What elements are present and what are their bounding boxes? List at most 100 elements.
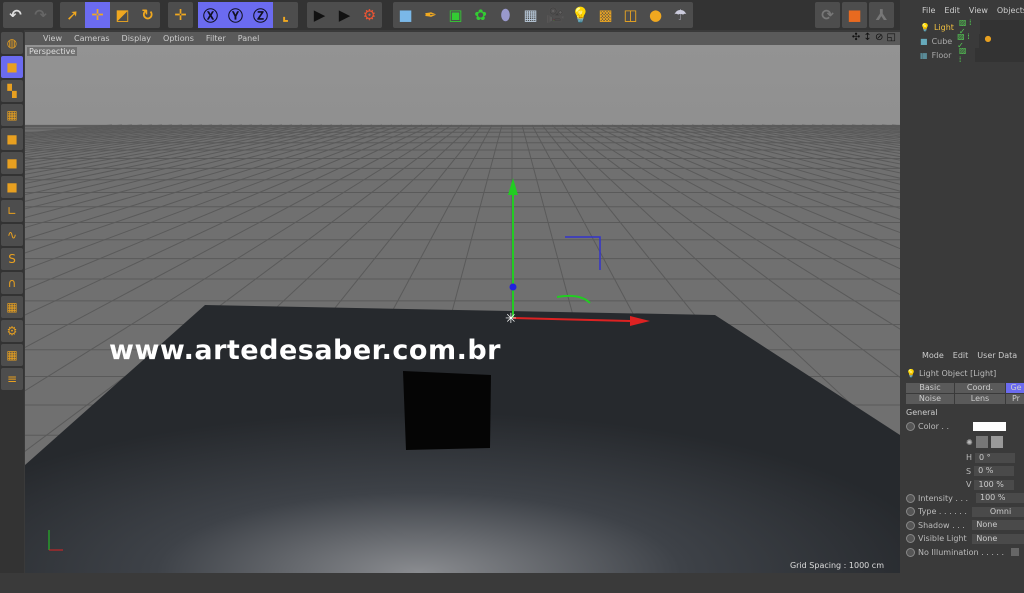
- render-icon[interactable]: ⟳: [815, 2, 840, 28]
- toolbar-group: ▶▶⚙: [307, 2, 382, 28]
- animate-radio[interactable]: [906, 534, 915, 543]
- menu-edit[interactable]: Edit: [953, 351, 969, 360]
- animate-radio[interactable]: [906, 521, 915, 530]
- color-wheel-icon[interactable]: ✺: [966, 438, 973, 447]
- layers-icon[interactable]: ≡: [1, 368, 23, 390]
- menu-objects[interactable]: Objects: [997, 6, 1024, 15]
- xyz-icon[interactable]: ●: [643, 2, 668, 28]
- snap-icon[interactable]: S: [1, 248, 23, 270]
- rotate-icon[interactable]: ↻: [135, 2, 160, 28]
- magnet-icon[interactable]: ∩: [1, 272, 23, 294]
- texture-mode-icon[interactable]: ▚: [1, 80, 23, 102]
- deformer-icon[interactable]: ⬮: [493, 2, 518, 28]
- points-icon[interactable]: ■: [1, 128, 23, 150]
- render-picture-viewer-icon[interactable]: ▶: [332, 2, 357, 28]
- live-selection-icon[interactable]: ➚: [60, 2, 85, 28]
- v-field[interactable]: 100 %: [974, 480, 1014, 490]
- s-field[interactable]: 0 %: [974, 466, 1014, 476]
- scene-canvas: ✳: [25, 45, 900, 573]
- menu-filter[interactable]: Filter: [206, 34, 226, 43]
- y-axis-icon[interactable]: Ⓨ: [223, 2, 248, 28]
- light-icon[interactable]: 💡: [568, 2, 593, 28]
- visible-light-dropdown[interactable]: None: [972, 534, 1024, 544]
- viewport-nav-icons[interactable]: ✣ ↕ ⊘ ◱: [852, 32, 896, 43]
- object-name[interactable]: Light: [934, 23, 955, 32]
- object-name[interactable]: Floor: [932, 51, 955, 60]
- grid-spacing: Grid Spacing : 1000 cm: [790, 561, 884, 570]
- scale-icon[interactable]: ◩: [110, 2, 135, 28]
- shadow-dropdown[interactable]: None: [972, 520, 1024, 530]
- undo-icon[interactable]: ↶: [3, 2, 28, 28]
- tab-basic[interactable]: Basic: [906, 383, 954, 393]
- menu-edit[interactable]: Edit: [944, 6, 960, 15]
- tab-coord[interactable]: Coord.: [955, 383, 1005, 393]
- z-axis-icon[interactable]: Ⓩ: [248, 2, 273, 28]
- type-dropdown[interactable]: Omni: [972, 507, 1024, 517]
- pen-icon[interactable]: ✒: [418, 2, 443, 28]
- tab-project[interactable]: Pr: [1006, 394, 1024, 404]
- spectrum-icon[interactable]: [976, 436, 988, 448]
- menu-user-data[interactable]: User Data: [977, 351, 1017, 360]
- tab-noise[interactable]: Noise: [906, 394, 954, 404]
- x-axis-icon[interactable]: Ⓧ: [198, 2, 223, 28]
- tweak-icon[interactable]: ∿: [1, 224, 23, 246]
- cube-drop-icon[interactable]: ■: [842, 2, 867, 28]
- object-flags[interactable]: ▨ ⁞: [959, 46, 971, 64]
- menu-file[interactable]: File: [922, 6, 935, 15]
- menu-options[interactable]: Options: [163, 34, 194, 43]
- object-name[interactable]: Cube: [932, 37, 954, 46]
- camera-icon[interactable]: 🎥: [543, 2, 568, 28]
- sketch-icon[interactable]: ◫: [618, 2, 643, 28]
- model-mode-icon[interactable]: ■: [1, 56, 23, 78]
- subdivision-icon[interactable]: ▣: [443, 2, 468, 28]
- h-field[interactable]: 0 °: [975, 453, 1015, 463]
- redo-icon[interactable]: ↷: [28, 2, 53, 28]
- intensity-field[interactable]: 100 %: [976, 493, 1024, 503]
- animate-radio[interactable]: [906, 507, 915, 516]
- ik-icon[interactable]: ⅄: [869, 2, 894, 28]
- object-icon: 💡: [920, 23, 930, 32]
- menu-view[interactable]: View: [43, 34, 62, 43]
- sphere-icon[interactable]: ◍: [1, 32, 23, 54]
- cube-object: [403, 371, 491, 450]
- color-swatch[interactable]: [973, 422, 1006, 431]
- workplane-icon[interactable]: ▦: [1, 104, 23, 126]
- cube-icon[interactable]: ■: [393, 2, 418, 28]
- h-label: H: [966, 453, 972, 462]
- grid-icon[interactable]: ▦: [1, 344, 23, 366]
- coordinate-system-icon[interactable]: ⌞: [273, 2, 298, 28]
- edges-icon[interactable]: ■: [1, 152, 23, 174]
- shadow-label: Shadow . . .: [918, 521, 969, 530]
- polygons-icon[interactable]: ■: [1, 176, 23, 198]
- toolbar-group: ■✒▣✿⬮▦🎥💡▩◫●☂: [393, 2, 693, 28]
- tab-lens[interactable]: Lens: [955, 394, 1005, 404]
- solo-icon[interactable]: ▦: [1, 296, 23, 318]
- menu-view[interactable]: View: [969, 6, 988, 15]
- object-row[interactable]: ▦Floor▨ ⁞: [902, 48, 1024, 62]
- menu-panel[interactable]: Panel: [238, 34, 260, 43]
- viewport[interactable]: ✳ Perspective www.artedesaber.com.br Gri…: [25, 45, 900, 573]
- main-toolbar: ↶↷➚✛◩↻✛ⓍⓎⓏ⌞▶▶⚙■✒▣✿⬮▦🎥💡▩◫●☂⟳■⅄: [0, 0, 900, 30]
- image-icon[interactable]: [991, 436, 1003, 448]
- move-icon[interactable]: ✛: [85, 2, 110, 28]
- object-manager-menu: File Edit View Objects: [902, 0, 1024, 20]
- scene-icon[interactable]: ▩: [593, 2, 618, 28]
- no-illumination-checkbox[interactable]: [1011, 548, 1019, 556]
- tab-general[interactable]: Ge: [1006, 383, 1024, 393]
- animate-radio[interactable]: [906, 548, 915, 557]
- axis-icon[interactable]: ∟: [1, 200, 23, 222]
- toolbar-group: ↶↷: [3, 2, 53, 28]
- last-tool-icon[interactable]: ✛: [168, 2, 193, 28]
- animate-radio[interactable]: [906, 422, 915, 431]
- floor-icon[interactable]: ▦: [518, 2, 543, 28]
- array-icon[interactable]: ✿: [468, 2, 493, 28]
- parachute-icon[interactable]: ☂: [668, 2, 693, 28]
- toolbar-group: ✛: [168, 2, 193, 28]
- render-settings-icon[interactable]: ⚙: [357, 2, 382, 28]
- menu-cameras[interactable]: Cameras: [74, 34, 110, 43]
- animate-radio[interactable]: [906, 494, 915, 503]
- menu-display[interactable]: Display: [122, 34, 152, 43]
- lock-icon[interactable]: ⚙: [1, 320, 23, 342]
- menu-mode[interactable]: Mode: [922, 351, 944, 360]
- render-view-icon[interactable]: ▶: [307, 2, 332, 28]
